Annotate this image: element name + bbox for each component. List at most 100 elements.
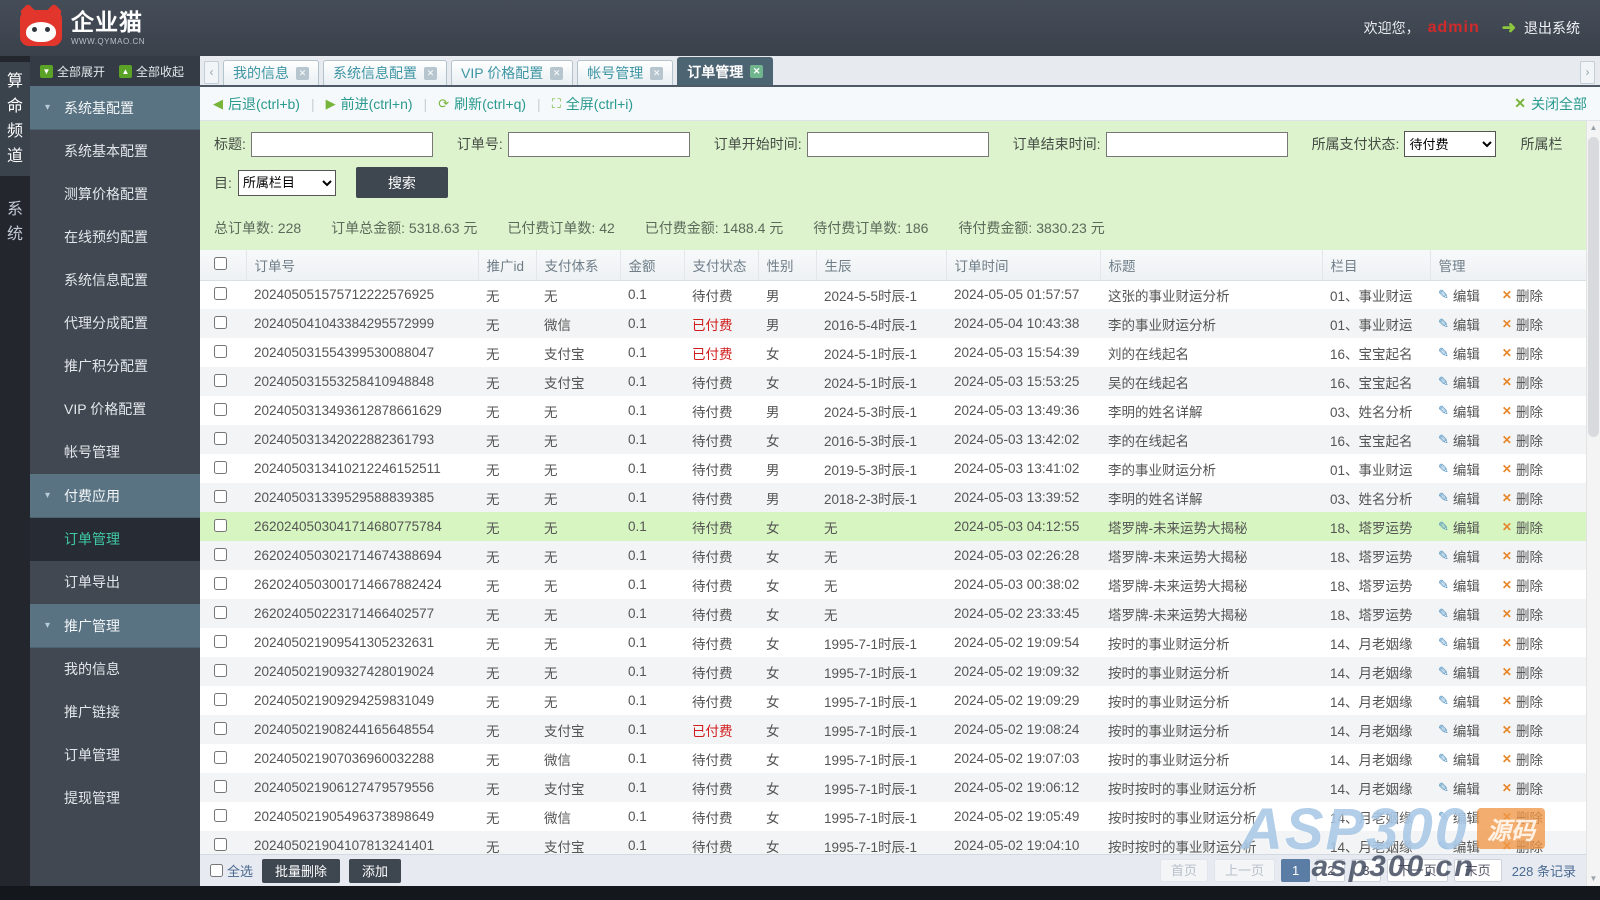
delete-button[interactable]: ✕ 删除 (1502, 401, 1543, 421)
edit-button[interactable]: ✎ 编辑 (1438, 459, 1480, 479)
scroll-down-icon[interactable]: ▼ (1587, 872, 1600, 886)
row-checkbox[interactable] (214, 489, 227, 503)
delete-button[interactable]: ✕ 删除 (1502, 836, 1543, 855)
select-all-checkbox[interactable] (210, 864, 223, 877)
edit-button[interactable]: ✎ 编辑 (1438, 807, 1480, 827)
page-first-button[interactable]: 首页 (1159, 859, 1208, 882)
row-checkbox[interactable] (214, 605, 227, 619)
page-next-button[interactable]: 下一页 (1386, 859, 1448, 882)
forward-button[interactable]: ▶ 前进(ctrl+n) (326, 94, 413, 114)
tab-close-icon[interactable]: ✕ (424, 66, 437, 80)
expand-all-button[interactable]: ▼ 全部展开 (40, 63, 105, 80)
row-checkbox[interactable] (214, 634, 227, 648)
sidebar-item[interactable]: 提现管理 (30, 777, 200, 820)
sidebar-item[interactable]: 在线预约配置 (30, 216, 200, 259)
edit-button[interactable]: ✎ 编辑 (1438, 662, 1480, 682)
sidebar-item[interactable]: 帐号管理 (30, 431, 200, 474)
add-button[interactable]: 添加 (349, 858, 402, 883)
close-all-button[interactable]: ✕ 关闭全部 (1514, 94, 1587, 114)
tab-close-icon[interactable]: ✕ (296, 66, 309, 80)
delete-button[interactable]: ✕ 删除 (1502, 459, 1543, 479)
column-select[interactable]: 所属栏目 (237, 169, 336, 196)
module-tab-2[interactable]: 系统 (0, 190, 30, 254)
vertical-scrollbar[interactable]: ▲ ▼ (1586, 121, 1600, 886)
edit-button[interactable]: ✎ 编辑 (1438, 372, 1480, 392)
row-checkbox[interactable] (214, 315, 227, 329)
tab-scroll-left-icon[interactable]: ‹ (204, 61, 219, 84)
sidebar-item[interactable]: 代理分成配置 (30, 302, 200, 345)
row-checkbox[interactable] (214, 750, 227, 764)
delete-button[interactable]: ✕ 删除 (1502, 517, 1543, 537)
edit-button[interactable]: ✎ 编辑 (1438, 314, 1480, 334)
search-button[interactable]: 搜索 (355, 167, 448, 198)
row-checkbox[interactable] (214, 576, 227, 590)
sidebar-group-1[interactable]: ▾ 系统基配置 (30, 86, 200, 130)
row-checkbox[interactable] (214, 837, 227, 851)
row-checkbox[interactable] (214, 344, 227, 358)
sidebar-item[interactable]: 订单导出 (30, 561, 200, 604)
title-input[interactable] (250, 131, 433, 157)
delete-button[interactable]: ✕ 删除 (1502, 633, 1543, 653)
refresh-button[interactable]: ⟳ 刷新(ctrl+q) (438, 94, 526, 114)
edit-button[interactable]: ✎ 编辑 (1438, 401, 1480, 421)
delete-button[interactable]: ✕ 删除 (1502, 575, 1543, 595)
sidebar-item[interactable]: 我的信息 (30, 648, 200, 691)
sidebar-item[interactable]: 订单管理 (30, 518, 200, 561)
tab-item[interactable]: 我的信息 ✕ (223, 60, 319, 85)
delete-button[interactable]: ✕ 删除 (1502, 662, 1543, 682)
page-number-2[interactable]: 2 (1316, 859, 1346, 882)
row-checkbox[interactable] (214, 373, 227, 387)
edit-button[interactable]: ✎ 编辑 (1438, 720, 1480, 740)
edit-button[interactable]: ✎ 编辑 (1438, 488, 1480, 508)
sidebar-item[interactable]: 系统信息配置 (30, 259, 200, 302)
row-checkbox[interactable] (214, 460, 227, 474)
delete-button[interactable]: ✕ 删除 (1502, 372, 1543, 392)
edit-button[interactable]: ✎ 编辑 (1438, 343, 1480, 363)
tab-scroll-right-icon[interactable]: › (1580, 61, 1595, 84)
collapse-all-button[interactable]: ▲ 全部收起 (119, 63, 184, 80)
row-checkbox[interactable] (214, 692, 227, 706)
tab-item[interactable]: 帐号管理 ✕ (577, 60, 674, 85)
header-checkbox[interactable] (214, 256, 227, 270)
row-checkbox[interactable] (214, 518, 227, 532)
tab-close-icon[interactable]: ✕ (750, 65, 764, 78)
delete-button[interactable]: ✕ 删除 (1502, 343, 1543, 363)
module-tab-1[interactable]: 算命频道 (0, 62, 30, 176)
row-checkbox[interactable] (214, 779, 227, 793)
sidebar-item[interactable]: 测算价格配置 (30, 173, 200, 216)
delete-button[interactable]: ✕ 删除 (1502, 778, 1543, 798)
edit-button[interactable]: ✎ 编辑 (1438, 575, 1480, 595)
delete-button[interactable]: ✕ 删除 (1502, 488, 1543, 508)
row-checkbox[interactable] (214, 547, 227, 561)
delete-button[interactable]: ✕ 删除 (1502, 691, 1543, 711)
edit-button[interactable]: ✎ 编辑 (1438, 430, 1480, 450)
row-checkbox[interactable] (214, 663, 227, 677)
sidebar-item[interactable]: VIP 价格配置 (30, 388, 200, 431)
edit-button[interactable]: ✎ 编辑 (1438, 546, 1480, 566)
order-no-input[interactable] (507, 131, 690, 157)
page-prev-button[interactable]: 上一页 (1213, 859, 1275, 882)
scrollbar-thumb[interactable] (1588, 137, 1599, 437)
pay-status-select[interactable]: 待付费 (1404, 131, 1497, 157)
scroll-up-icon[interactable]: ▲ (1587, 121, 1600, 135)
tab-item[interactable]: VIP 价格配置 ✕ (451, 60, 574, 85)
row-checkbox[interactable] (214, 402, 227, 416)
page-number-1[interactable]: 1 (1280, 859, 1311, 882)
sidebar-group-3[interactable]: ▾ 推广管理 (30, 604, 200, 648)
sidebar-item[interactable]: 系统基本配置 (30, 130, 200, 173)
delete-button[interactable]: ✕ 删除 (1502, 749, 1543, 769)
fullscreen-button[interactable]: ⛶ 全屏(ctrl+i) (552, 94, 633, 114)
page-number-3[interactable]: 3 (1351, 859, 1381, 882)
batch-delete-button[interactable]: 批量删除 (262, 858, 341, 883)
end-time-input[interactable] (1105, 131, 1288, 157)
edit-button[interactable]: ✎ 编辑 (1438, 604, 1480, 624)
row-checkbox[interactable] (214, 286, 227, 300)
tab-close-icon[interactable]: ✕ (650, 66, 664, 80)
delete-button[interactable]: ✕ 删除 (1502, 430, 1543, 450)
delete-button[interactable]: ✕ 删除 (1502, 546, 1543, 566)
row-checkbox[interactable] (214, 721, 227, 735)
edit-button[interactable]: ✎ 编辑 (1438, 836, 1480, 855)
delete-button[interactable]: ✕ 删除 (1502, 285, 1543, 305)
tab-active[interactable]: 订单管理 ✕ (677, 57, 774, 85)
start-time-input[interactable] (806, 131, 989, 157)
